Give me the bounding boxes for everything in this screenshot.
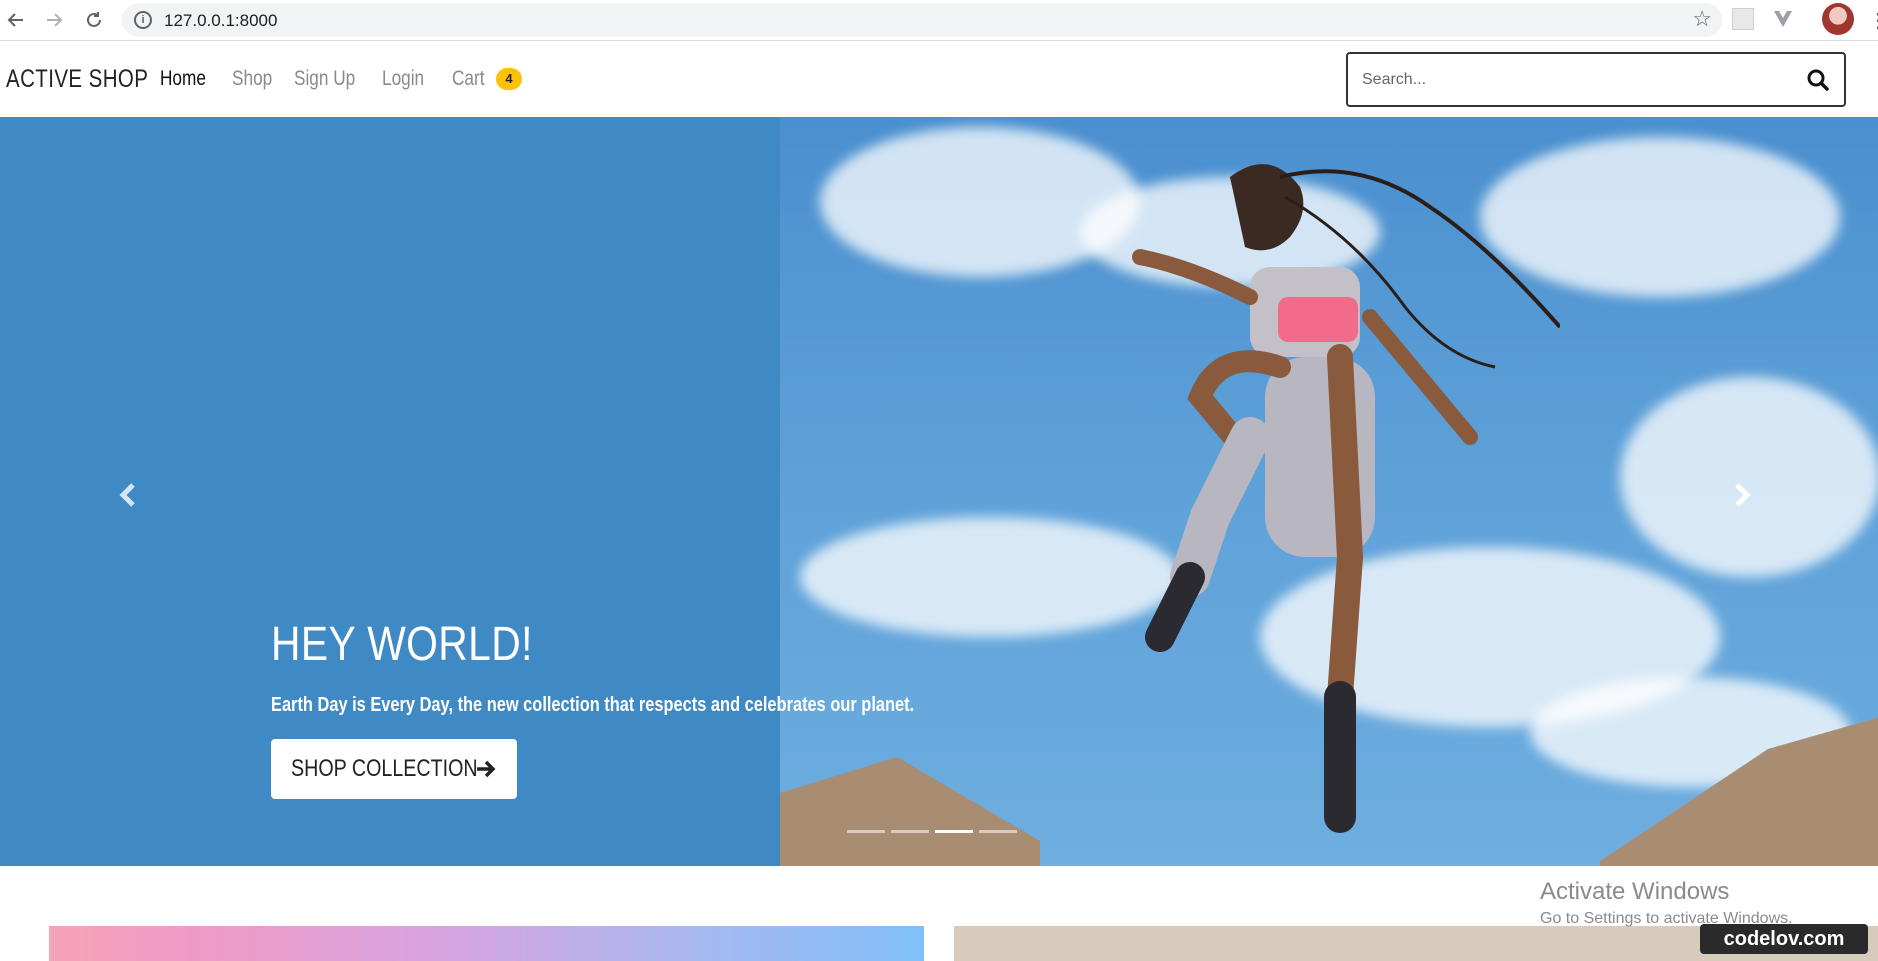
- back-icon[interactable]: [2, 6, 30, 34]
- athlete-figure: [1132, 164, 1560, 833]
- nav-cart[interactable]: Cart: [452, 67, 485, 91]
- nav-login[interactable]: Login: [382, 67, 424, 91]
- carousel-indicator[interactable]: [935, 830, 973, 833]
- arrow-right-icon: [477, 760, 496, 778]
- info-icon[interactable]: i: [134, 11, 152, 29]
- carousel-prev-icon[interactable]: [113, 475, 143, 515]
- hero-carousel: HEY WORLD! Earth Day is Every Day, the n…: [0, 117, 1878, 866]
- carousel-indicator[interactable]: [847, 830, 885, 833]
- star-icon[interactable]: ☆: [1692, 6, 1712, 32]
- shop-collection-button[interactable]: SHOP COLLECTION: [271, 739, 517, 799]
- hero-subtitle: Earth Day is Every Day, the new collecti…: [271, 694, 915, 716]
- carousel-indicator[interactable]: [979, 830, 1017, 833]
- forward-icon[interactable]: [40, 6, 68, 34]
- carousel-indicator[interactable]: [891, 830, 929, 833]
- extension-icon[interactable]: [1732, 8, 1754, 30]
- search-form: [1346, 52, 1846, 107]
- brand-logo[interactable]: ACTIVE SHOP: [6, 65, 148, 94]
- carousel-next-icon[interactable]: [1727, 475, 1757, 515]
- promo-card-left[interactable]: [49, 926, 924, 961]
- nav-home[interactable]: Home: [160, 67, 206, 91]
- address-bar[interactable]: i 127.0.0.1:8000 ☆: [122, 3, 1722, 37]
- hero-caption: HEY WORLD! Earth Day is Every Day, the n…: [271, 617, 1055, 799]
- vuejs-extension-icon[interactable]: [1772, 8, 1794, 30]
- hero-title: HEY WORLD!: [271, 618, 533, 671]
- activate-windows-title: Activate Windows: [1540, 878, 1730, 905]
- carousel-indicators: [847, 830, 1023, 833]
- site-navbar: ACTIVE SHOP Home Shop Sign Up Login Cart…: [0, 41, 1878, 117]
- reload-icon[interactable]: [80, 6, 108, 34]
- activate-windows-watermark: Activate Windows Go to Settings to activ…: [1540, 878, 1793, 928]
- nav-links: Home Shop Sign Up Login Cart 4: [160, 67, 522, 91]
- nav-signup[interactable]: Sign Up: [294, 67, 355, 91]
- codelov-watermark: codelov.com: [1700, 924, 1868, 954]
- shop-collection-label: SHOP COLLECTION: [291, 755, 478, 782]
- menu-icon[interactable]: ⋮: [1868, 8, 1878, 33]
- search-input[interactable]: [1362, 68, 1782, 92]
- search-icon[interactable]: [1806, 68, 1830, 92]
- profile-avatar[interactable]: [1822, 3, 1854, 35]
- browser-toolbar: i 127.0.0.1:8000 ☆ ⋮: [0, 0, 1878, 41]
- nav-shop[interactable]: Shop: [232, 67, 272, 91]
- cart-count-badge: 4: [496, 68, 522, 90]
- url-text[interactable]: 127.0.0.1:8000: [164, 11, 277, 31]
